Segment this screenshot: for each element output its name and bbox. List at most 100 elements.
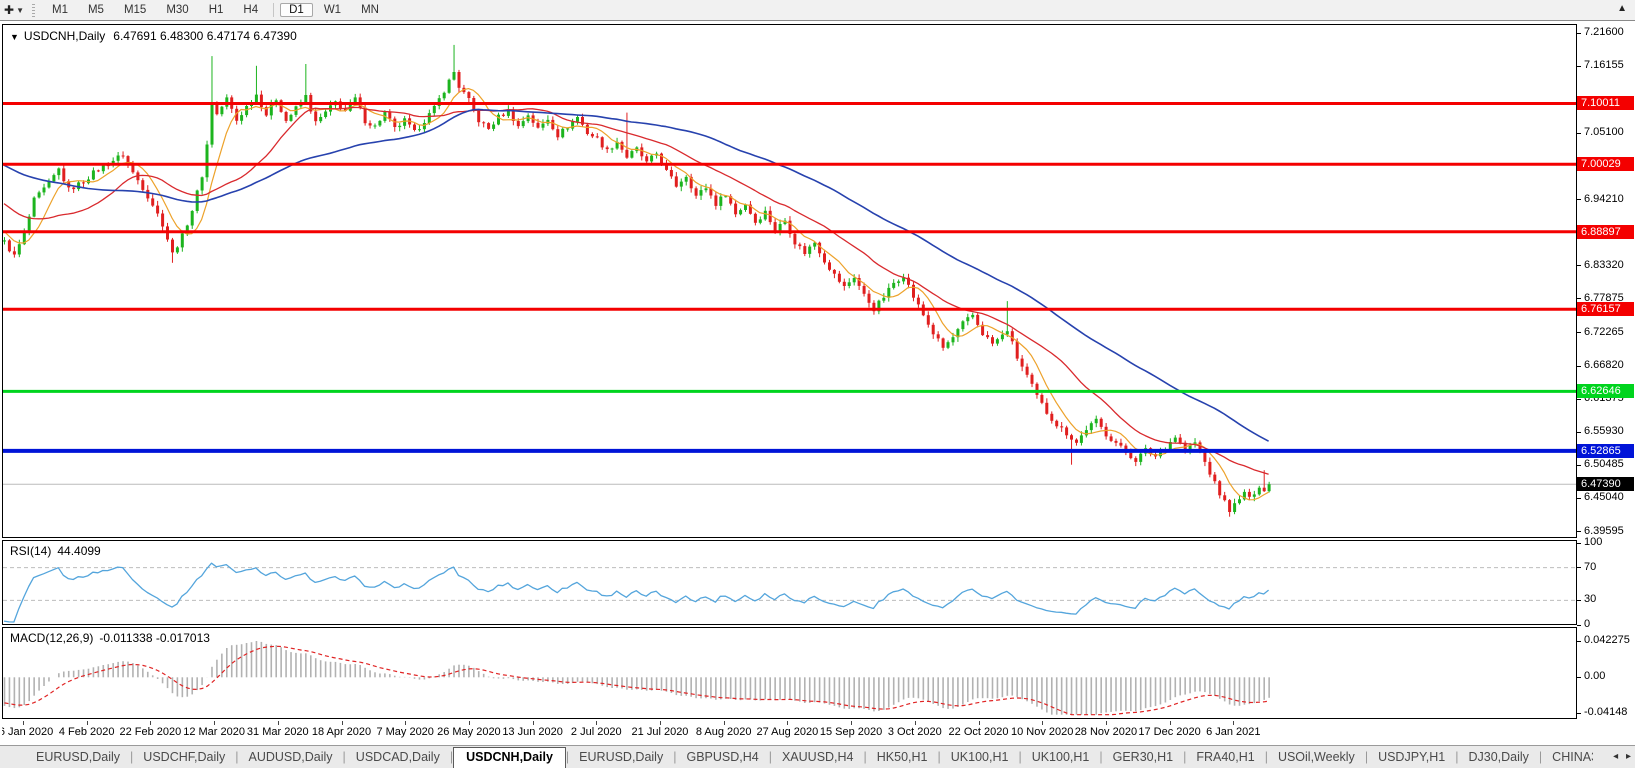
macd-name: MACD(12,26,9)	[10, 631, 94, 645]
tab-dj30-daily[interactable]: DJ30,Daily	[1458, 748, 1538, 766]
crosshair-cursor-icon[interactable]: ✚	[4, 3, 14, 17]
tabs-scroll-left-icon[interactable]: ◂	[1613, 751, 1618, 762]
price-tick-label: 7.21600	[1584, 26, 1624, 38]
timeframe-button-w1[interactable]: W1	[315, 3, 350, 17]
macd-values: -0.011338 -0.017013	[99, 631, 210, 645]
chart-symbol-label: USDCNH,Daily	[23, 29, 106, 43]
rsi-tick-mark	[1577, 599, 1581, 601]
date-tick-mark	[596, 721, 598, 725]
rsi-tick-label: 30	[1584, 593, 1597, 606]
tab-uk100-h1[interactable]: UK100,H1	[941, 748, 1019, 766]
toolbar-separator	[273, 3, 275, 17]
date-tick-mark	[1042, 721, 1044, 725]
macd-tick-label: 0.00	[1584, 670, 1606, 683]
price-tick-mark	[1577, 132, 1581, 134]
date-tick-mark	[851, 721, 853, 725]
date-tick-mark	[914, 721, 916, 725]
tab-usdcad-daily[interactable]: USDCAD,Daily	[346, 748, 450, 766]
rsi-tick-mark	[1577, 567, 1581, 569]
rsi-tick-mark	[1577, 624, 1581, 626]
timeframe-button-m1[interactable]: M1	[43, 3, 77, 17]
tab-gbpusd-h4[interactable]: GBPUSD,H4	[676, 748, 768, 766]
tab-xauusd-h4[interactable]: XAUUSD,H4	[772, 748, 864, 766]
toolbar-drag-handle[interactable]	[31, 3, 35, 17]
price-tick-label: 6.94210	[1584, 192, 1624, 205]
timeframes-toolbar: ✚ ▼ M1 M5 M15 M30 H1 H4 D1 W1 MN ▲	[0, 0, 1635, 21]
symbol-dropdown-icon[interactable]: ▼	[10, 32, 19, 42]
timeframe-button-mn[interactable]: MN	[352, 3, 388, 17]
rsi-name: RSI(14)	[10, 544, 52, 558]
tab-uk100-h1[interactable]: UK100,H1	[1022, 748, 1100, 766]
tab-audusd-daily[interactable]: AUDUSD,Daily	[239, 748, 343, 766]
tab-fra40-h1[interactable]: FRA40,H1	[1186, 748, 1264, 766]
date-tick-mark	[214, 721, 216, 725]
timeframe-buttons: M1 M5 M15 M30 H1 H4 D1 W1 MN	[42, 3, 389, 17]
timeframe-button-h4[interactable]: H4	[234, 3, 267, 17]
macd-chart-canvas[interactable]	[3, 628, 1576, 718]
date-tick-mark	[341, 721, 343, 725]
timeframe-button-d1[interactable]: D1	[280, 3, 313, 17]
price-tick-mark	[1577, 65, 1581, 67]
tab-usdcnh-daily[interactable]: USDCNH,Daily	[453, 747, 566, 768]
date-tick-mark	[1233, 721, 1235, 725]
date-tick-mark	[723, 721, 725, 725]
current-price-label: 6.47390	[1577, 477, 1634, 492]
tab-eurusd-daily[interactable]: EURUSD,Daily	[569, 748, 673, 766]
price-tick-label: 7.05100	[1584, 126, 1624, 139]
level-price-label: 6.62646	[1577, 384, 1634, 399]
rsi-indicator-panel: RSI(14) 44.4099	[2, 540, 1577, 625]
timeframe-button-m30[interactable]: M30	[157, 3, 197, 17]
rsi-value: 44.4099	[57, 544, 101, 558]
chart-ohlc-values: 6.47691 6.48300 6.47174 6.47390	[113, 29, 297, 43]
price-axis[interactable]: 7.21600 7.16155 7.05100 6.94210 6.83320 6.778…	[1577, 24, 1635, 724]
tab-eurusd-daily[interactable]: EURUSD,Daily	[26, 748, 130, 766]
rsi-tick-label: 0	[1584, 618, 1591, 630]
tab-china300-h1[interactable]: CHINA300,H1	[1542, 748, 1593, 766]
toolbar-overflow-icon[interactable]: ▲	[1617, 3, 1627, 14]
price-tick-mark	[1577, 298, 1581, 300]
cursor-dropdown-icon[interactable]: ▼	[16, 6, 24, 15]
price-tick-label: 6.66820	[1584, 359, 1624, 372]
tab-ger30-h1[interactable]: GER30,H1	[1103, 748, 1183, 766]
rsi-chart-canvas[interactable]	[3, 541, 1576, 624]
price-tick-label: 6.72265	[1584, 325, 1624, 338]
timeframe-button-h1[interactable]: H1	[200, 3, 233, 17]
macd-tick-label: 0.042275	[1584, 634, 1630, 646]
price-tick-label: 6.83320	[1584, 258, 1624, 271]
price-tick-label: 7.16155	[1584, 59, 1624, 72]
time-axis[interactable]: 16 Jan 20204 Feb 202022 Feb 202012 Mar 2…	[2, 721, 1577, 742]
timeframe-button-m15[interactable]: M15	[115, 3, 155, 17]
timeframe-button-m5[interactable]: M5	[79, 3, 113, 17]
tabs-scroll-right-icon[interactable]: ▸	[1626, 751, 1631, 762]
date-tick-mark	[405, 721, 407, 725]
date-tick-mark	[532, 721, 534, 725]
date-tick-mark	[468, 721, 470, 725]
price-tick-mark	[1577, 32, 1581, 34]
price-tick-label: 6.50485	[1584, 458, 1624, 471]
tab-usdchf-daily[interactable]: USDCHF,Daily	[133, 748, 235, 766]
price-tick-label: 6.55930	[1584, 425, 1624, 438]
rsi-tick-label: 100	[1584, 536, 1603, 548]
macd-tick-mark	[1577, 712, 1581, 714]
tab-usoil-weekly[interactable]: USOil,Weekly	[1268, 748, 1365, 766]
date-tick-mark	[150, 721, 152, 725]
level-price-label: 6.88897	[1577, 224, 1634, 239]
level-price-label: 6.76157	[1577, 302, 1634, 317]
price-tick-label: 6.45040	[1584, 491, 1624, 504]
chart-tab-bar: EURUSD,Daily | USDCHF,Daily | AUDUSD,Daily | U…	[0, 745, 1635, 768]
macd-tick-mark	[1577, 676, 1581, 678]
chart-tabs: EURUSD,Daily | USDCHF,Daily | AUDUSD,Daily | U…	[0, 746, 1593, 768]
tab-hk50-h1[interactable]: HK50,H1	[867, 748, 938, 766]
price-tick-mark	[1577, 398, 1581, 400]
price-chart-panel: ▼ USDCNH,Daily 6.47691 6.48300 6.47174 6.4…	[2, 24, 1577, 538]
date-tick-mark	[978, 721, 980, 725]
date-tick-mark	[23, 721, 24, 725]
date-tick-mark	[1169, 721, 1171, 725]
rsi-tick-mark	[1577, 542, 1581, 544]
candlestick-chart-canvas[interactable]	[3, 25, 1576, 537]
tab-usdjpy-h1[interactable]: USDJPY,H1	[1368, 748, 1455, 766]
price-tick-label: 6.39595	[1584, 524, 1624, 537]
price-tick-mark	[1577, 464, 1581, 466]
date-tick-mark	[1105, 721, 1107, 725]
level-price-label: 7.00029	[1577, 157, 1634, 172]
